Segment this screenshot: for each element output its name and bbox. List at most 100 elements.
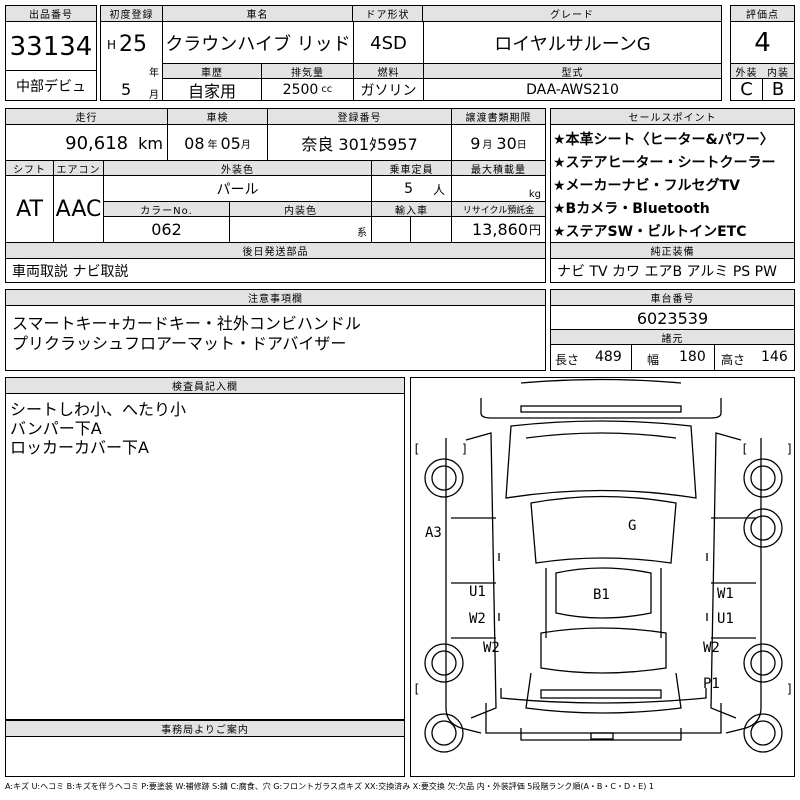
mark-b1: B1	[593, 587, 610, 603]
int-score-label: 内装	[762, 63, 794, 79]
grade-label: グレード	[423, 6, 721, 22]
svg-text:[: [	[413, 442, 420, 456]
mark-w2-left-low: W2	[483, 640, 500, 656]
model-code: DAA-AWS210	[423, 79, 721, 100]
lot-number-box: 出品番号 33134 中部デビュ	[5, 5, 97, 101]
displacement-cell: 2500 cc	[261, 79, 353, 100]
transfer-day: 30	[496, 133, 517, 153]
info-box: 走行 車検 登録番号 譲渡書類期限 90,618 km 08 年 05 月 奈良…	[5, 108, 546, 283]
displacement: 2500	[282, 81, 319, 98]
first-reg-label: 初度登録	[101, 6, 163, 22]
recycle-cell: 13,860 円	[452, 217, 545, 242]
height-label: 高さ	[721, 353, 746, 367]
int-color-label: 内装色	[230, 201, 372, 217]
inspector-label: 検査員記入欄	[6, 378, 404, 394]
transfer-month-unit: 月	[482, 139, 493, 151]
insp-month: 05	[220, 133, 241, 153]
insp-month-unit: 月	[240, 139, 251, 151]
fuel-label: 燃料	[353, 63, 423, 79]
transfer-cell: 9 月 30 日	[452, 125, 545, 161]
inspector-line-3: ロッカーカバー下A	[10, 438, 149, 457]
int-color-cell: 系	[230, 217, 372, 242]
later-parts-label: 後日発送部品	[6, 242, 545, 259]
length-label: 長さ	[555, 353, 580, 367]
chassis-label: 車台番号	[551, 290, 794, 306]
reg-no-label: 登録番号	[268, 109, 452, 125]
svg-text:[: [	[741, 442, 748, 456]
dimensions-row: 長さ 489 幅 180 高さ 146	[551, 345, 794, 370]
model-label: 型式	[423, 63, 721, 79]
notes-label: 注意事項欄	[6, 290, 545, 306]
transfer-month: 9	[470, 133, 481, 153]
car-outline-diagram: [] [] []	[413, 378, 793, 753]
mileage-cell: 90,618 km	[6, 125, 168, 161]
first-reg-cell: H 25 年 5 月	[101, 22, 163, 100]
displacement-label: 排気量	[261, 63, 353, 79]
int-score: B	[771, 79, 785, 100]
ext-color: パール	[104, 176, 372, 202]
ac-label: エアコン	[54, 160, 104, 176]
sales-points-box: セールスポイント ★本革シート〈ヒーター&パワー〉 ★ステアヒーター・シートクー…	[550, 108, 795, 283]
load-label: 最大積載量	[452, 160, 545, 176]
mileage-unit: km	[138, 133, 163, 153]
mileage-label: 走行	[6, 109, 168, 125]
dimensions-label: 諸元	[551, 329, 794, 345]
door-label: ドア形状	[353, 6, 423, 22]
mark-p1: P1	[703, 676, 720, 692]
sales-point-4: ★Bカメラ・Bluetooth	[553, 201, 710, 217]
car-name-label: 車名	[163, 6, 353, 22]
load-cell: kg	[452, 176, 545, 202]
sales-point-3: ★メーカーナビ・フルセグTV	[553, 178, 740, 194]
car-name: クラウンハイブ リッド	[165, 34, 351, 55]
height: 146	[761, 349, 788, 365]
svg-text:]: ]	[786, 682, 793, 696]
reg-year-unit: 年	[149, 68, 159, 79]
main-header-box: 初度登録 車名 ドア形状 グレード H 25 年 5 月 クラウンハイブ リッド…	[100, 5, 722, 101]
lot-number: 33134	[9, 32, 93, 62]
sales-point-2: ★ステアヒーター・シートクーラー	[553, 155, 776, 171]
mark-a3: A3	[425, 525, 442, 541]
inspection-label: 車検	[168, 109, 268, 125]
office-box: 事務局よりご案内	[5, 720, 405, 777]
equipment: ナビ TV カワ エアB アルミ PS PW	[557, 263, 777, 280]
score-box: 評価点 4 外装 内装 C B	[730, 5, 795, 101]
reg-month: 5	[121, 80, 132, 99]
recycle-label: リサイクル預託金	[452, 201, 545, 217]
reg-no: 奈良 301ﾀ5957	[268, 125, 452, 161]
sales-points-label: セールスポイント	[551, 109, 794, 125]
svg-text:]: ]	[461, 442, 468, 456]
mark-u1-left: U1	[469, 584, 486, 600]
note-line-2: プリクラッシュフロアーマット・ドアバイザー	[12, 334, 347, 353]
inspection-cell: 08 年 05 月	[168, 125, 268, 161]
mark-w2-left: W2	[469, 611, 486, 627]
auction-name: 中部デビュ	[6, 70, 96, 100]
displacement-unit: cc	[321, 84, 333, 95]
fuel: ガソリン	[353, 79, 423, 100]
length: 489	[595, 349, 622, 365]
notes-box: 注意事項欄 スマートキー+カードキー・社外コンビハンドル プリクラッシュフロアー…	[5, 289, 546, 371]
score-label: 評価点	[731, 6, 794, 22]
insp-year-unit: 年	[207, 139, 218, 151]
history-label: 車歴	[163, 63, 261, 79]
insp-year: 08	[184, 133, 205, 153]
transfer-label: 譲渡書類期限	[452, 109, 545, 125]
recycle-fee: 13,860	[472, 220, 528, 239]
svg-text:[: [	[413, 682, 420, 696]
int-color-unit: 系	[357, 228, 367, 239]
mark-u1-right: U1	[717, 611, 734, 627]
door-type: 4SD	[353, 22, 423, 64]
sales-point-5: ★ステアSW・ビルトインETC	[553, 224, 747, 240]
chassis-box: 車台番号 6023539 諸元 長さ 489 幅 180 高さ 146	[550, 289, 795, 371]
mark-w2-right-low: W2	[703, 640, 720, 656]
era: H	[107, 38, 117, 52]
capacity-label: 乗車定員	[372, 160, 452, 176]
chassis-number: 6023539	[636, 308, 709, 328]
capacity: 5	[404, 181, 413, 197]
grade: ロイヤルサルーンG	[423, 22, 721, 64]
color-no-label: カラーNo.	[104, 201, 230, 217]
lot-number-label: 出品番号	[6, 6, 96, 22]
transfer-day-unit: 日	[516, 139, 527, 151]
reg-year: 25	[119, 32, 147, 57]
mileage: 90,618	[65, 132, 129, 154]
capacity-unit: 人	[432, 182, 445, 197]
